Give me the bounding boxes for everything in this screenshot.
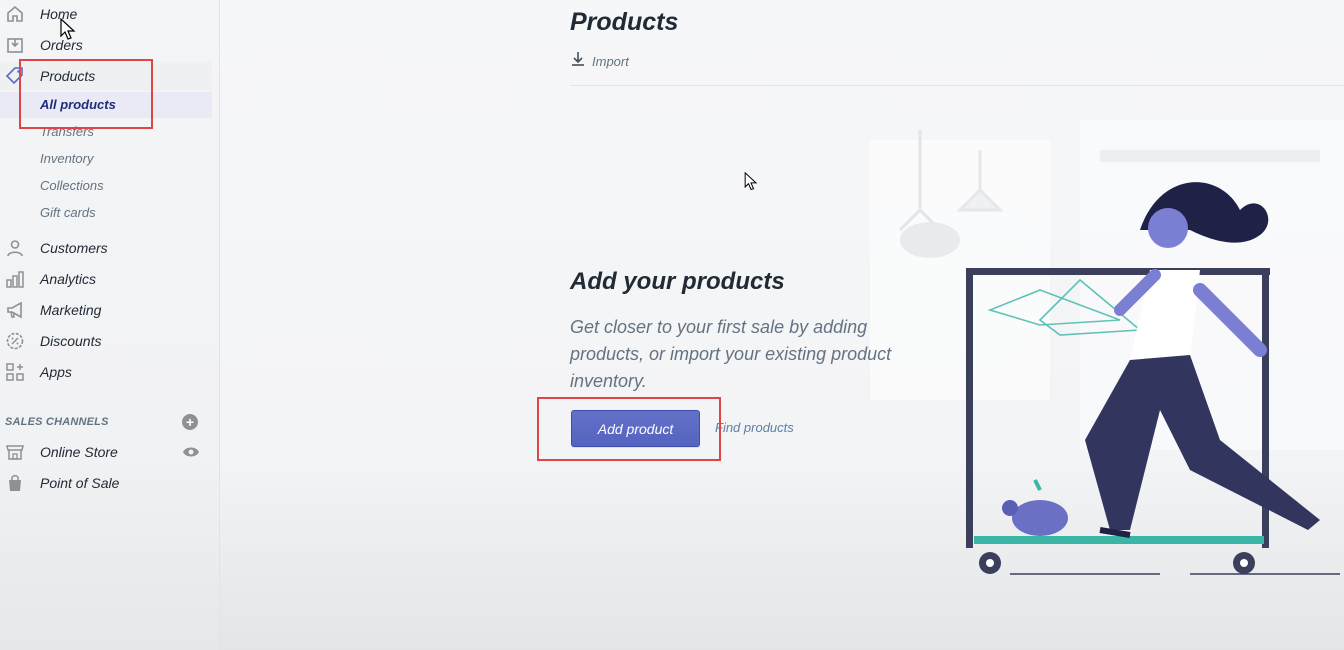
sidebar-item-label: Home (40, 6, 78, 22)
empty-state-heading: Add your products (570, 268, 785, 295)
tag-icon (5, 66, 25, 86)
sidebar-item-apps[interactable]: Apps (0, 358, 212, 386)
sidebar-item-analytics[interactable]: Analytics (0, 265, 212, 293)
sidebar-item-customers[interactable]: Customers (0, 234, 212, 262)
megaphone-icon (5, 300, 25, 320)
bar-chart-icon (5, 269, 25, 289)
sidebar-item-label: Customers (40, 240, 108, 256)
import-button[interactable]: Import (570, 51, 629, 72)
sidebar-item-label: Apps (40, 364, 72, 380)
sidebar-item-label: Discounts (40, 333, 102, 349)
sidebar-item-orders[interactable]: Orders (0, 31, 212, 59)
subitem-collections[interactable]: Collections (0, 173, 212, 199)
orders-icon (5, 35, 25, 55)
pos-bag-icon (5, 473, 25, 493)
subitem-label: Collections (40, 178, 104, 193)
add-product-button[interactable]: Add product (571, 410, 700, 447)
apps-icon (5, 362, 25, 382)
home-icon (5, 4, 25, 24)
empty-state-description: Get closer to your first sale by adding … (570, 317, 892, 391)
sidebar-item-label: Online Store (40, 444, 118, 460)
empty-state-illustration (860, 110, 1344, 590)
discount-icon (5, 331, 25, 351)
mouse-cursor-icon (744, 172, 758, 191)
subitem-label: All products (40, 97, 116, 112)
import-download-icon (570, 51, 586, 72)
find-products-link[interactable]: Find products (715, 420, 794, 435)
sidebar-item-label: Products (40, 68, 96, 84)
view-online-store-eye-icon[interactable] (182, 445, 200, 459)
person-icon (5, 238, 25, 258)
header-divider (570, 85, 1344, 86)
subitem-transfers[interactable]: Transfers (0, 119, 212, 145)
sidebar-item-discounts[interactable]: Discounts (0, 327, 212, 355)
sidebar-item-label: Orders (40, 37, 83, 53)
subitem-label: Gift cards (40, 205, 96, 220)
subitem-inventory[interactable]: Inventory (0, 146, 212, 172)
sidebar-item-home[interactable]: Home (0, 0, 212, 28)
add-sales-channel-button[interactable]: + (182, 414, 198, 430)
subitem-gift-cards[interactable]: Gift cards (0, 200, 212, 226)
sales-channels-heading: SALES CHANNELS (5, 416, 109, 428)
sidebar-nav: Home Orders Products All products Transf… (0, 0, 220, 650)
subitem-label: Transfers (40, 124, 94, 139)
sidebar-item-label: Analytics (40, 271, 97, 287)
import-label: Import (592, 53, 629, 69)
sidebar-item-marketing[interactable]: Marketing (0, 296, 212, 324)
subitem-all-products[interactable]: All products (0, 92, 212, 118)
store-icon (5, 442, 25, 462)
sidebar-item-products[interactable]: Products (0, 62, 212, 90)
page-title: Products (570, 8, 679, 36)
subitem-label: Inventory (40, 151, 94, 166)
sidebar-item-online-store[interactable]: Online Store (0, 438, 212, 466)
sidebar-item-label: Marketing (40, 302, 102, 318)
sidebar-item-point-of-sale[interactable]: Point of Sale (0, 469, 212, 497)
sidebar-item-label: Point of Sale (40, 475, 120, 491)
